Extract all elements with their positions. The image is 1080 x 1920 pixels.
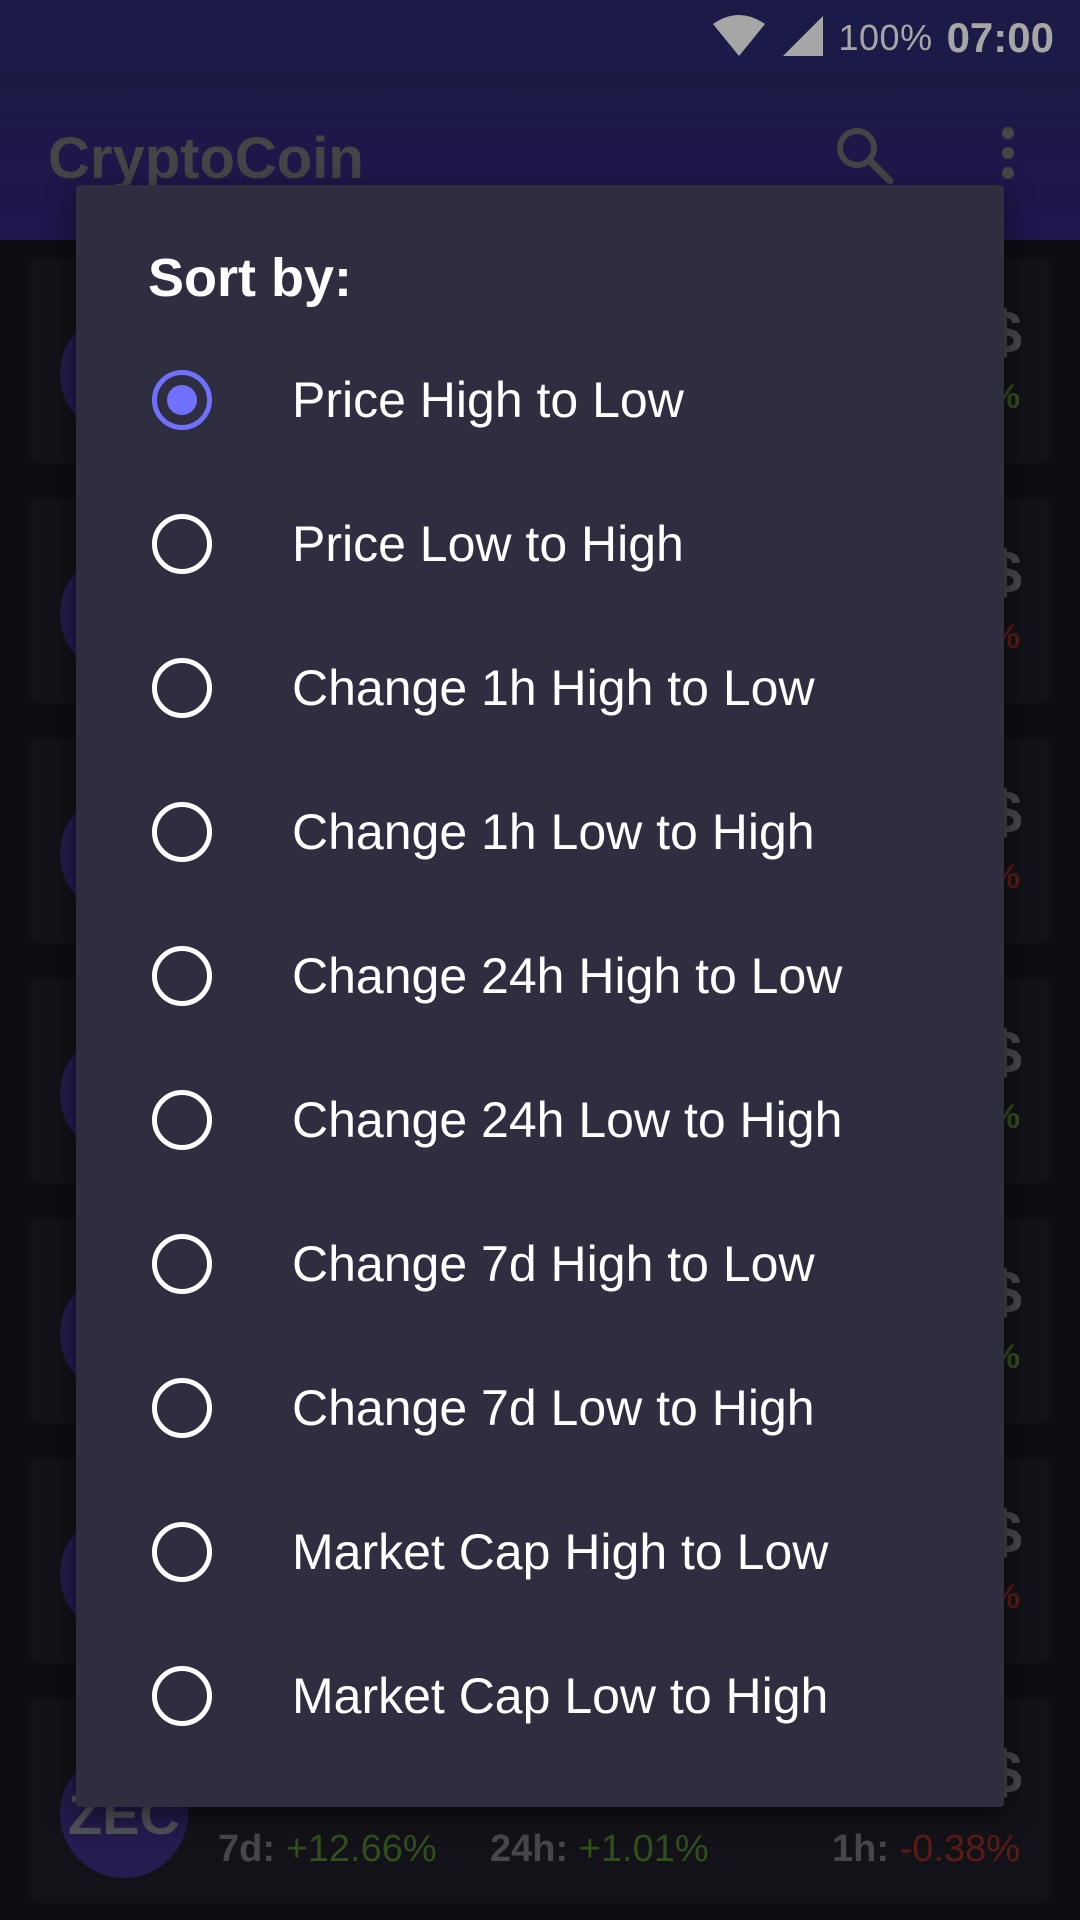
sort-option-label: Change 1h High to Low xyxy=(292,660,815,716)
sort-option-label: Market Cap Low to High xyxy=(292,1668,829,1724)
sort-option-change-24h-high-low[interactable]: Change 24h High to Low xyxy=(76,904,1004,1048)
dialog-title: Sort by: xyxy=(148,248,353,308)
sort-option-label: Change 7d Low to High xyxy=(292,1380,815,1436)
sort-option-label: Price Low to High xyxy=(292,516,684,572)
sort-option-change-7d-high-low[interactable]: Change 7d High to Low xyxy=(76,1192,1004,1336)
sort-option-market-cap-low-high[interactable]: Market Cap Low to High xyxy=(76,1624,1004,1768)
radio-checked-icon[interactable] xyxy=(152,370,212,430)
radio-unchecked-icon[interactable] xyxy=(152,1378,212,1438)
radio-unchecked-icon[interactable] xyxy=(152,1090,212,1150)
sort-option-price-high-low[interactable]: Price High to Low xyxy=(76,328,1004,472)
sort-dialog: Sort by: Price High to Low Price Low to … xyxy=(76,185,1004,1807)
sort-option-label: Change 24h High to Low xyxy=(292,948,843,1004)
sort-option-market-cap-high-low[interactable]: Market Cap High to Low xyxy=(76,1480,1004,1624)
radio-unchecked-icon[interactable] xyxy=(152,658,212,718)
sort-option-label: Change 7d High to Low xyxy=(292,1236,815,1292)
sort-option-label: Change 24h Low to High xyxy=(292,1092,843,1148)
radio-unchecked-icon[interactable] xyxy=(152,1522,212,1582)
sort-option-label: Market Cap High to Low xyxy=(292,1524,829,1580)
radio-unchecked-icon[interactable] xyxy=(152,802,212,862)
radio-unchecked-icon[interactable] xyxy=(152,946,212,1006)
sort-option-change-1h-high-low[interactable]: Change 1h High to Low xyxy=(76,616,1004,760)
sort-option-label: Change 1h Low to High xyxy=(292,804,815,860)
sort-option-change-24h-low-high[interactable]: Change 24h Low to High xyxy=(76,1048,1004,1192)
sort-option-label: Price High to Low xyxy=(292,372,684,428)
sort-option-change-1h-low-high[interactable]: Change 1h Low to High xyxy=(76,760,1004,904)
radio-unchecked-icon[interactable] xyxy=(152,1234,212,1294)
sort-option-price-low-high[interactable]: Price Low to High xyxy=(76,472,1004,616)
screen: 100% 07:00 CryptoCoin $ % $ % $ % $ % $ … xyxy=(0,0,1080,1920)
sort-option-change-7d-low-high[interactable]: Change 7d Low to High xyxy=(76,1336,1004,1480)
radio-unchecked-icon[interactable] xyxy=(152,514,212,574)
radio-unchecked-icon[interactable] xyxy=(152,1666,212,1726)
